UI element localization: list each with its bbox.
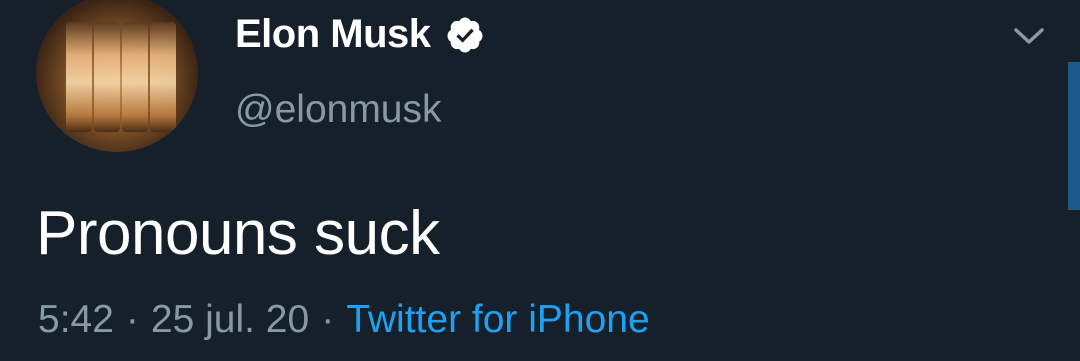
- meta-separator: ·: [125, 298, 139, 341]
- tweet-text: Pronouns suck: [36, 199, 440, 268]
- scrollbar[interactable]: [1068, 62, 1080, 210]
- avatar-image-detail: [122, 22, 148, 132]
- avatar-image-detail: [150, 22, 176, 132]
- avatar-image-detail: [66, 22, 92, 132]
- chevron-down-icon[interactable]: [1012, 24, 1046, 48]
- avatar-image-detail: [94, 22, 120, 132]
- verified-badge-icon: [447, 17, 483, 52]
- meta-separator: ·: [321, 298, 335, 341]
- avatar[interactable]: [36, 0, 198, 152]
- author-name-row[interactable]: Elon Musk: [235, 12, 485, 57]
- author-name[interactable]: Elon Musk: [235, 12, 431, 57]
- tweet-source-link[interactable]: Twitter for iPhone: [346, 298, 649, 341]
- tweet-meta: 5:42 · 25 jul. 20 · Twitter for iPhone: [38, 298, 650, 342]
- author-handle[interactable]: @elonmusk: [235, 88, 442, 132]
- tweet-time[interactable]: 5:42: [38, 298, 114, 341]
- tweet-date[interactable]: 25 jul. 20: [151, 298, 309, 341]
